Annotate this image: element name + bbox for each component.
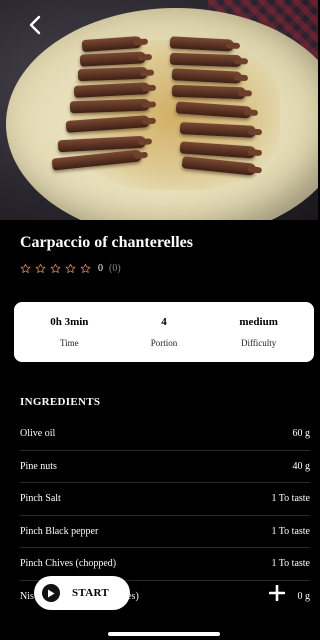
time-label: Time <box>59 338 79 348</box>
star-icon <box>50 263 61 273</box>
add-button[interactable] <box>268 584 286 602</box>
ingredient-row: Pine nuts 40 g <box>20 451 311 483</box>
recipe-photo <box>0 0 318 220</box>
difficulty-value: medium <box>239 316 278 328</box>
info-difficulty: medium Difficulty <box>214 316 304 348</box>
ingredient-name-visible-start: Nis <box>20 591 34 603</box>
ingredient-row: Olive oil 60 g <box>20 418 310 451</box>
ingredient-amount: 1 To taste <box>271 493 310 505</box>
ingredient-name: Pine nuts <box>20 460 57 472</box>
ingredient-name: Pinch Black pepper <box>20 525 99 537</box>
ingredient-name: Olive oil <box>20 428 56 440</box>
home-indicator <box>108 632 220 636</box>
rating[interactable]: 0 (0) <box>20 263 121 274</box>
chevron-left-icon <box>29 15 41 35</box>
start-label: START <box>72 587 109 599</box>
chanterelle-slice <box>171 84 247 100</box>
portion-label: Portion <box>150 338 178 348</box>
back-button[interactable] <box>22 12 48 38</box>
ingredient-name: Pinch Salt <box>20 493 61 505</box>
play-icon <box>42 584 60 602</box>
info-portion: 4 Portion <box>119 316 209 348</box>
plus-icon <box>269 585 285 601</box>
star-icon <box>35 263 46 273</box>
ingredients-heading: INGREDIENTS <box>20 396 101 408</box>
chanterelle-slice <box>77 66 149 82</box>
ingredient-amount: 60 g <box>292 428 311 440</box>
ingredient-amount: 0 g <box>297 591 311 603</box>
ingredient-amount: 1 To taste <box>271 525 310 537</box>
star-icon <box>80 263 91 273</box>
rating-count: (0) <box>109 263 121 274</box>
recipe-title: Carpaccio of chanterelles <box>20 234 193 251</box>
rating-score: 0 <box>98 263 103 274</box>
ingredient-amount: 40 g <box>292 460 311 472</box>
info-time: 0h 3min Time <box>24 316 114 348</box>
ingredient-row: Pinch Black pepper 1 To taste <box>20 516 310 548</box>
recipe-info-card: 0h 3min Time 4 Portion medium Difficulty <box>14 302 314 362</box>
time-value: 0h 3min <box>50 316 89 328</box>
ingredient-amount: 1 To taste <box>271 558 310 570</box>
star-icon <box>65 263 76 273</box>
portion-value: 4 <box>161 316 167 328</box>
ingredient-row: Pinch Salt 1 To taste <box>20 483 310 516</box>
difficulty-label: Difficulty <box>240 338 277 348</box>
start-button[interactable]: START <box>34 576 130 610</box>
chanterelle-slice <box>169 52 243 68</box>
star-icon <box>20 263 31 273</box>
ingredient-name: Pinch Chives (chopped) <box>20 558 117 570</box>
